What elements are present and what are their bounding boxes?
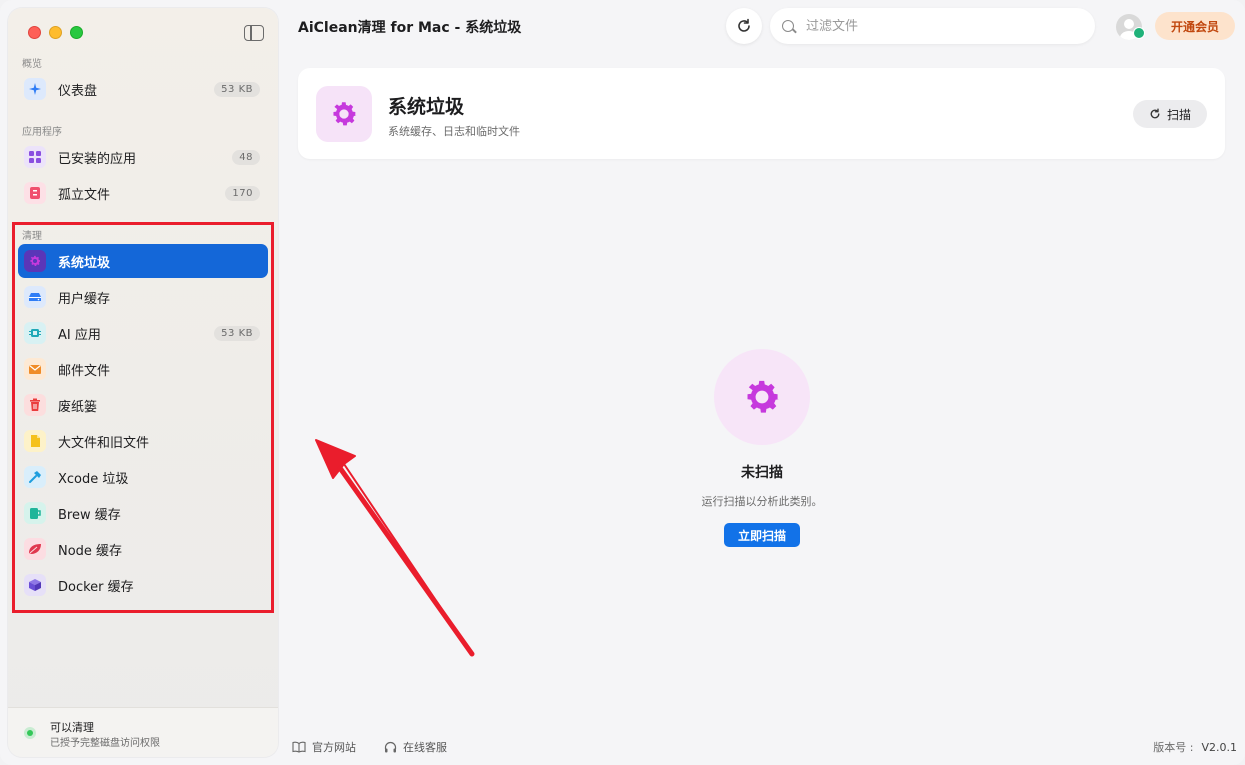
orphan-file-icon [24,182,46,204]
section-label-overview: 概览 [22,59,42,70]
page-subtitle: 系统缓存、日志和临时文件 [388,125,520,138]
refresh-icon [1150,108,1160,119]
zoom-window-button[interactable] [70,26,83,39]
sidebar-item-label: 已安装的应用 [58,151,137,167]
version-label: 版本号 : [1153,741,1194,754]
section-label-applications: 应用程序 [22,127,62,138]
scan-button-label: 扫描 [1166,107,1191,122]
version-value: V2.0.1 [1201,741,1237,754]
website-link[interactable]: 官方网站 [292,739,356,755]
upgrade-vip-button[interactable]: 开通会员 [1155,12,1235,40]
page-title: 系统垃圾 [388,96,465,118]
sidebar-item-label: 仪表盘 [58,83,98,99]
search-input[interactable] [806,18,1086,34]
sidebar-toggle-icon[interactable] [244,25,264,41]
status-ok-icon [24,727,36,739]
count-badge: 170 [225,185,260,201]
version-info: 版本号 : V2.0.1 [1153,739,1237,755]
website-link-label: 官方网站 [312,741,356,754]
empty-state-title: 未扫描 [741,465,783,481]
crown-icon [1133,27,1145,39]
sidebar-item-installed-apps[interactable]: 已安装的应用 48 [18,140,268,174]
gear-icon [714,349,810,445]
close-window-button[interactable] [28,26,41,39]
empty-state-subtitle: 运行扫描以分析此类别。 [701,495,823,508]
support-link[interactable]: 在线客服 [384,739,447,755]
apps-grid-icon [24,146,46,168]
sparkle-icon [24,78,46,100]
app-window: 概览 仪表盘 53 KB 应用程序 已安装的应用 48 孤立文件 170 清理 [0,0,1245,765]
status-title: 可以清理 [50,721,94,734]
window-controls [28,26,83,39]
gear-icon [316,86,372,142]
scan-now-button[interactable]: 立即扫描 [724,523,800,547]
refresh-icon [738,18,750,32]
support-link-label: 在线客服 [403,741,447,754]
sidebar: 概览 仪表盘 53 KB 应用程序 已安装的应用 48 孤立文件 170 清理 [8,8,278,757]
sidebar-item-dashboard[interactable]: 仪表盘 53 KB [18,72,268,106]
book-icon [292,741,306,753]
scan-button[interactable]: 扫描 [1133,100,1207,128]
status-subtitle: 已授予完整磁盘访问权限 [50,738,160,749]
category-header-card: 系统垃圾 系统缓存、日志和临时文件 扫描 [298,68,1225,159]
headset-icon [384,741,397,752]
search-icon [782,20,794,32]
refresh-button[interactable] [726,8,762,44]
sidebar-item-orphan-files[interactable]: 孤立文件 170 [18,176,268,210]
sidebar-status: 可以清理 已授予完整磁盘访问权限 [8,707,278,757]
minimize-window-button[interactable] [49,26,62,39]
window-title: AiClean清理 for Mac - 系统垃圾 [298,20,522,36]
size-badge: 53 KB [214,81,260,97]
count-badge: 48 [232,149,260,165]
annotation-highlight-box [12,222,274,613]
sidebar-item-label: 孤立文件 [58,187,111,203]
search-box[interactable] [770,8,1095,44]
